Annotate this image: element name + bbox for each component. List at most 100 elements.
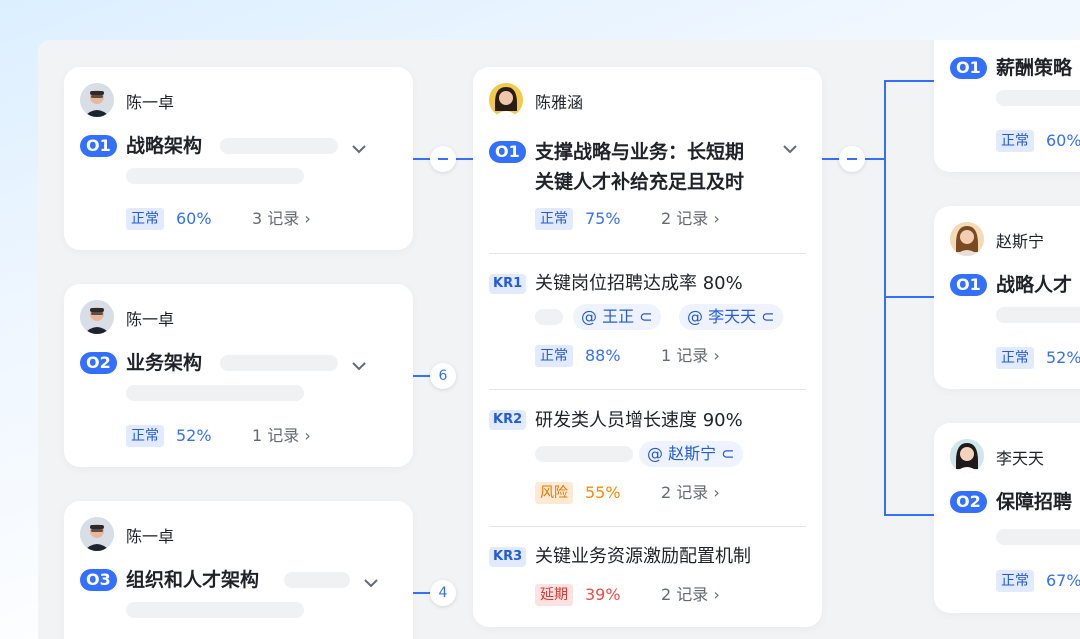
placeholder-line — [535, 446, 633, 462]
avatar — [80, 517, 114, 551]
connector-line — [884, 514, 934, 516]
objective-title-line2: 关键人才补给充足且及时 — [535, 171, 745, 193]
status-badge: 正常 — [535, 208, 573, 230]
avatar — [950, 222, 984, 256]
records-label: 3 记录 — [252, 209, 300, 228]
placeholder-line — [284, 572, 350, 588]
link-icon: ⊂ — [634, 307, 653, 326]
status-badge: 正常 — [126, 208, 164, 230]
mention-chip[interactable]: @ 李天天 ⊂ — [679, 304, 783, 330]
divider — [489, 253, 806, 254]
status-badge: 正常 — [996, 130, 1034, 152]
okr-alignment-canvas: 陈一卓 O1 战略架构 正常 60% 3 记录 › 陈一卓 O2 业务架构 正常… — [38, 40, 1080, 639]
records-label: 2 记录 — [661, 483, 709, 502]
status-badge: 延期 — [535, 584, 573, 606]
records-label: 1 记录 — [252, 426, 300, 445]
placeholder-line — [996, 90, 1080, 106]
chevron-right-icon: › — [708, 209, 720, 228]
records-link[interactable]: 2 记录 › — [661, 584, 720, 606]
placeholder-line — [535, 309, 563, 325]
chevron-down-icon[interactable] — [348, 138, 370, 160]
okr-card-left-1[interactable]: 陈一卓 O1 战略架构 正常 60% 3 记录 › — [64, 67, 413, 250]
objective-badge: O1 — [950, 57, 987, 79]
collapse-node[interactable] — [430, 146, 456, 172]
progress-percent: 75% — [585, 209, 621, 228]
owner-name: 陈一卓 — [126, 527, 175, 546]
owner-name: 陈一卓 — [126, 310, 175, 329]
objective-title: 战略人才 — [996, 274, 1073, 296]
avatar — [950, 439, 984, 473]
chevron-down-icon[interactable] — [348, 355, 370, 377]
placeholder-line — [126, 602, 304, 618]
records-label: 1 记录 — [661, 346, 709, 365]
kr-title: 研发类人员增长速度 90% — [535, 410, 743, 431]
chevron-down-icon[interactable] — [779, 138, 801, 160]
progress-percent: 52% — [176, 426, 212, 445]
owner-name: 陈雅涵 — [535, 93, 584, 112]
avatar — [80, 83, 114, 117]
child-count-node[interactable]: 4 — [430, 580, 456, 606]
placeholder-line — [126, 168, 304, 184]
link-icon: ⊂ — [756, 307, 775, 326]
records-label: 2 记录 — [661, 209, 709, 228]
progress-percent: 60% — [1046, 131, 1080, 150]
okr-card-right-2[interactable]: 赵斯宁 O1 战略人才 正常 52% — [934, 206, 1080, 389]
records-label: 2 记录 — [661, 585, 709, 604]
progress-percent: 52% — [1046, 348, 1080, 367]
records-link[interactable]: 2 记录 › — [661, 208, 720, 230]
objective-title-line1: 支撑战略与业务：长短期 — [535, 141, 745, 163]
mention-chip[interactable]: @ 赵斯宁 ⊂ — [639, 441, 743, 467]
objective-title: 战略架构 — [126, 135, 203, 157]
okr-card-left-2[interactable]: 陈一卓 O2 业务架构 正常 52% 1 记录 › — [64, 284, 413, 467]
connector-line — [884, 296, 934, 298]
kr-badge: KR2 — [489, 410, 527, 430]
objective-title: 保障招聘 — [996, 491, 1073, 513]
mention-label: @ 李天天 — [687, 307, 757, 326]
status-badge: 正常 — [996, 570, 1034, 592]
collapse-node[interactable] — [839, 146, 865, 172]
progress-percent: 55% — [585, 483, 621, 502]
objective-badge: O1 — [950, 274, 987, 296]
chevron-right-icon: › — [299, 209, 311, 228]
status-badge: 正常 — [535, 345, 573, 367]
kr-title: 关键业务资源激励配置机制 — [535, 546, 751, 567]
objective-badge: O2 — [80, 352, 117, 374]
chevron-right-icon: › — [708, 483, 720, 502]
status-badge: 正常 — [996, 347, 1034, 369]
mention-chip[interactable]: @ 王正 ⊂ — [573, 304, 661, 330]
objective-badge: O1 — [80, 135, 117, 157]
chevron-right-icon: › — [299, 426, 311, 445]
kr-title: 关键岗位招聘达成率 80% — [535, 273, 743, 294]
objective-title: 业务架构 — [126, 352, 203, 374]
objective-badge: O1 — [489, 141, 526, 163]
divider — [489, 389, 806, 390]
okr-card-center[interactable]: 陈雅涵 O1 支撑战略与业务：长短期 关键人才补给充足且及时 正常 75% 2 … — [473, 67, 822, 627]
okr-card-right-1[interactable]: O1 薪酬策略 正常 60% — [934, 40, 1080, 172]
placeholder-line — [996, 529, 1080, 545]
connector-line — [884, 80, 886, 516]
owner-name: 赵斯宁 — [996, 232, 1045, 251]
status-badge: 风险 — [535, 482, 573, 504]
placeholder-line — [996, 307, 1080, 323]
status-badge: 正常 — [126, 425, 164, 447]
chevron-down-icon[interactable] — [360, 572, 382, 594]
kr-badge: KR3 — [489, 547, 527, 567]
progress-percent: 39% — [585, 585, 621, 604]
link-icon: ⊂ — [716, 444, 735, 463]
chevron-right-icon: › — [708, 346, 720, 365]
records-link[interactable]: 3 记录 › — [252, 208, 311, 230]
objective-badge: O2 — [950, 491, 987, 513]
records-link[interactable]: 1 记录 › — [661, 345, 720, 367]
avatar — [489, 83, 523, 117]
okr-card-right-3[interactable]: 李天天 O2 保障招聘 正常 67% — [934, 423, 1080, 613]
objective-title: 薪酬策略 — [996, 57, 1073, 79]
child-count-node[interactable]: 6 — [430, 363, 456, 389]
avatar — [80, 300, 114, 334]
records-link[interactable]: 1 记录 › — [252, 425, 311, 447]
progress-percent: 60% — [176, 209, 212, 228]
owner-name: 陈一卓 — [126, 93, 175, 112]
placeholder-line — [126, 385, 304, 401]
divider — [489, 526, 806, 527]
okr-card-left-3[interactable]: 陈一卓 O3 组织和人才架构 — [64, 501, 413, 639]
records-link[interactable]: 2 记录 › — [661, 482, 720, 504]
